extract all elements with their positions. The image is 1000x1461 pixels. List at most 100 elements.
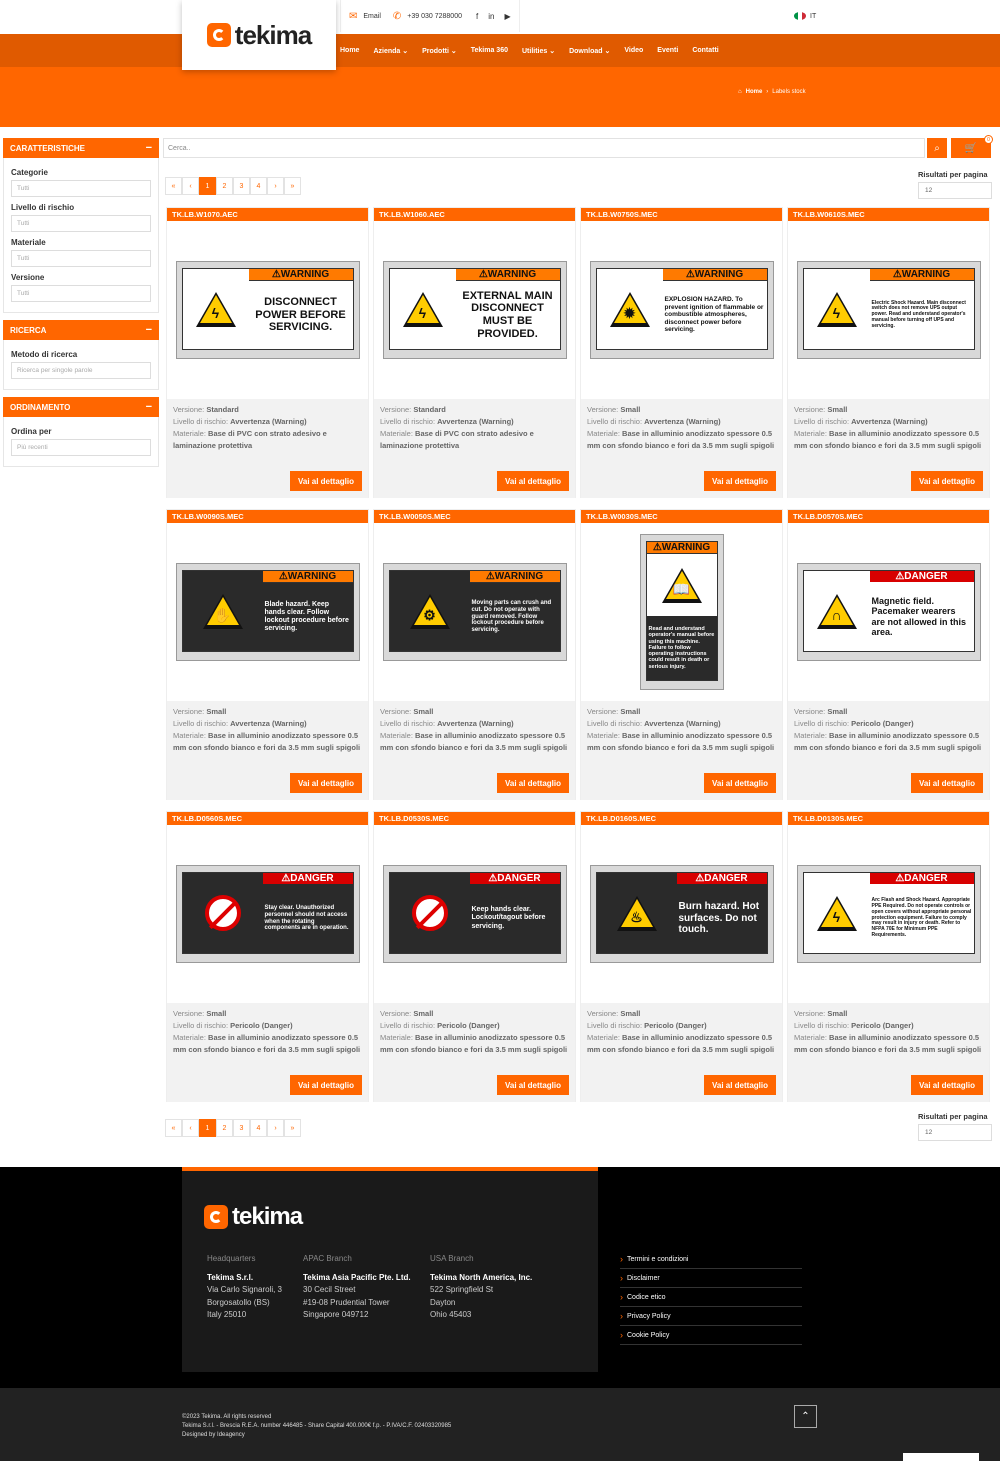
search-input[interactable]: Cerca.. <box>163 138 925 158</box>
product-code[interactable]: TK.LB.W0750S.MEC <box>581 208 782 221</box>
detail-button[interactable]: Vai al dettaglio <box>289 471 362 491</box>
collapse-icon[interactable]: − <box>146 142 152 154</box>
nav-item-tekima-360[interactable]: Tekima 360 <box>471 47 508 54</box>
page-link[interactable]: 2 <box>216 177 233 195</box>
nav-item-prodotti[interactable]: Prodotti ⌄ <box>422 47 457 55</box>
detail-button[interactable]: Vai al dettaglio <box>496 1075 569 1095</box>
product-code[interactable]: TK.LB.W1070.AEC <box>167 208 368 221</box>
categorie-select[interactable]: Tutti <box>11 180 151 197</box>
page-link[interactable]: ‹ <box>182 1119 199 1137</box>
footer-link[interactable]: › Disclaimer <box>620 1269 802 1288</box>
product-code[interactable]: TK.LB.D0530S.MEC <box>374 812 575 825</box>
detail-button[interactable]: Vai al dettaglio <box>496 773 569 793</box>
ricerca-header[interactable]: RICERCA − <box>3 320 159 340</box>
email-link[interactable]: Email <box>363 13 381 20</box>
metodo-ricerca-select[interactable]: Ricerca per singole parole <box>11 362 151 379</box>
nav-item-video[interactable]: Video <box>624 47 643 54</box>
footer-logo[interactable]: tekima <box>204 1203 303 1231</box>
results-per-page-select[interactable]: 12 <box>918 182 992 199</box>
page-link[interactable]: « <box>165 1119 182 1137</box>
nav-item-eventi[interactable]: Eventi <box>657 47 678 54</box>
page-link[interactable]: › <box>267 177 284 195</box>
italy-flag-icon <box>794 12 806 20</box>
page-link[interactable]: 1 <box>199 1119 216 1137</box>
page-link[interactable]: 4 <box>250 177 267 195</box>
page-link[interactable]: › <box>267 1119 284 1137</box>
phone-link[interactable]: +39 030 7288000 <box>407 13 462 20</box>
livello-rischio-select[interactable]: Tutti <box>11 215 151 232</box>
back-to-top-button[interactable]: ⌃ <box>794 1405 817 1428</box>
page-link[interactable]: 2 <box>216 1119 233 1137</box>
cookie-widget[interactable] <box>903 1453 979 1461</box>
product-code[interactable]: TK.LB.W0090S.MEC <box>167 510 368 523</box>
label-inner: ✋ ⚠WARNING Blade hazard. Keep hands clear.… <box>181 570 354 652</box>
page-link[interactable]: 1 <box>199 177 216 195</box>
page-link[interactable]: 3 <box>233 1119 250 1137</box>
nav-item-home[interactable]: Home <box>340 47 359 54</box>
nav-item-azienda[interactable]: Azienda ⌄ <box>373 47 408 55</box>
results-per-page-select[interactable]: 12 <box>918 1124 992 1141</box>
product-image[interactable]: ϟ ⚠WARNING DISCONNECT POWER BEFORE SERVICI… <box>167 221 368 399</box>
product-image[interactable]: ϟ ⚠DANGER Arc Flash and Shock Hazard. Appr… <box>788 825 989 1003</box>
footer-link[interactable]: › Privacy Policy <box>620 1307 802 1326</box>
ordinamento-header[interactable]: ORDINAMENTO − <box>3 397 159 417</box>
facebook-icon[interactable]: f <box>476 12 478 21</box>
product-code[interactable]: TK.LB.D0160S.MEC <box>581 812 782 825</box>
materiale-select[interactable]: Tutti <box>11 250 151 267</box>
product-code[interactable]: TK.LB.W0050S.MEC <box>374 510 575 523</box>
detail-button[interactable]: Vai al dettaglio <box>703 773 776 793</box>
language-selector[interactable]: IT <box>794 12 816 20</box>
product-image[interactable]: ⚠WARNING 📖 Read and understand operator's … <box>581 523 782 701</box>
page-link[interactable]: « <box>165 177 182 195</box>
page-link[interactable]: 3 <box>233 177 250 195</box>
product-code[interactable]: TK.LB.W1060.AEC <box>374 208 575 221</box>
breadcrumb-home[interactable]: Home <box>746 89 763 95</box>
search-button[interactable]: ⌕ <box>927 138 947 158</box>
product-image[interactable]: ✹ ⚠WARNING EXPLOSION HAZARD. To prevent ig… <box>581 221 782 399</box>
page-link[interactable]: 4 <box>250 1119 267 1137</box>
product-code[interactable]: TK.LB.W0610S.MEC <box>788 208 989 221</box>
product-image[interactable]: ϟ ⚠WARNING EXTERNAL MAIN DISCONNECT MUST B… <box>374 221 575 399</box>
detail-button[interactable]: Vai al dettaglio <box>703 1075 776 1095</box>
product-image[interactable]: ϟ ⚠WARNING Electric Shock Hazard. Main dis… <box>788 221 989 399</box>
versione-select[interactable]: Tutti <box>11 285 151 302</box>
page-link[interactable]: » <box>284 177 301 195</box>
label-header: ⚠DANGER <box>869 873 974 884</box>
page-link[interactable]: » <box>284 1119 301 1137</box>
product-image[interactable]: ✋ ⚠WARNING Blade hazard. Keep hands clear.… <box>167 523 368 701</box>
detail-button[interactable]: Vai al dettaglio <box>910 773 983 793</box>
footer-link[interactable]: › Termini e condizioni <box>620 1250 802 1269</box>
youtube-icon[interactable]: ▶ <box>504 12 510 21</box>
collapse-icon[interactable]: − <box>146 324 152 336</box>
product-versione-value: Small <box>413 1009 434 1018</box>
label-body: Read and understand operator's manual be… <box>646 616 717 680</box>
product-image[interactable]: ⚠DANGER Keep hands clear. Lockout/tagout … <box>374 825 575 1003</box>
product-image[interactable]: ⚠DANGER Stay clear. Unauthorized personne… <box>167 825 368 1003</box>
detail-button[interactable]: Vai al dettaglio <box>496 471 569 491</box>
page-link[interactable]: ‹ <box>182 177 199 195</box>
product-code[interactable]: TK.LB.D0560S.MEC <box>167 812 368 825</box>
detail-button[interactable]: Vai al dettaglio <box>910 1075 983 1095</box>
collapse-icon[interactable]: − <box>146 401 152 413</box>
linkedin-icon[interactable]: in <box>488 12 494 21</box>
caratteristiche-header[interactable]: CARATTERISTICHE − <box>3 138 159 158</box>
cart-button[interactable]: 🛒 0 <box>951 135 993 158</box>
product-code[interactable]: TK.LB.W0030S.MEC <box>581 510 782 523</box>
footer-link[interactable]: › Cookie Policy <box>620 1326 802 1345</box>
footer-link[interactable]: › Codice etico <box>620 1288 802 1307</box>
product-code[interactable]: TK.LB.D0570S.MEC <box>788 510 989 523</box>
nav-item-utilities[interactable]: Utilities ⌄ <box>522 47 555 55</box>
nav-item-download[interactable]: Download ⌄ <box>569 47 610 55</box>
product-code[interactable]: TK.LB.D0130S.MEC <box>788 812 989 825</box>
safety-label-graphic: ϟ ⚠WARNING Electric Shock Hazard. Main dis… <box>796 261 981 359</box>
site-logo[interactable]: tekima <box>182 0 336 70</box>
detail-button[interactable]: Vai al dettaglio <box>289 1075 362 1095</box>
detail-button[interactable]: Vai al dettaglio <box>910 471 983 491</box>
ordina-per-select[interactable]: Più recenti <box>11 439 151 456</box>
product-image[interactable]: ♨ ⚠DANGER Burn hazard. Hot surfaces. Do no… <box>581 825 782 1003</box>
detail-button[interactable]: Vai al dettaglio <box>703 471 776 491</box>
nav-item-contatti[interactable]: Contatti <box>692 47 718 54</box>
product-image[interactable]: ⚙ ⚠WARNING Moving parts can crush and cut.… <box>374 523 575 701</box>
product-image[interactable]: ∩ ⚠DANGER Magnetic field. Pacemaker wearer… <box>788 523 989 701</box>
detail-button[interactable]: Vai al dettaglio <box>289 773 362 793</box>
